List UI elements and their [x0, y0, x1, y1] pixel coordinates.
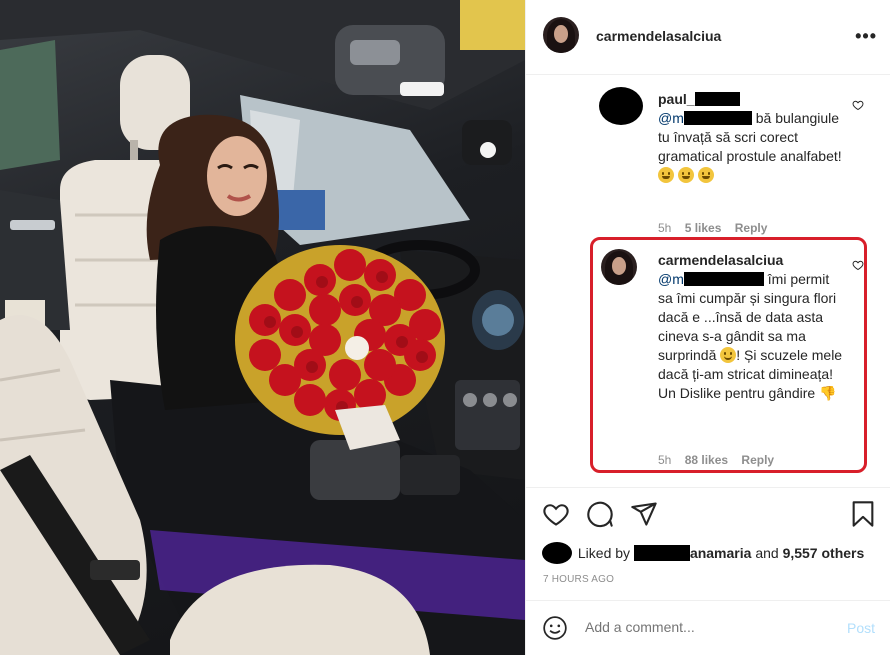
- redaction-bar: [683, 272, 764, 286]
- comment-username[interactable]: carmendelasalciua: [658, 252, 783, 268]
- add-comment-input[interactable]: [585, 619, 815, 635]
- grinning-sweat-emoji-icon: [677, 167, 694, 183]
- post-photo[interactable]: [0, 0, 525, 655]
- post-comment-button[interactable]: Post: [847, 620, 875, 636]
- comment-username[interactable]: paul_: [658, 91, 695, 107]
- comment-meta: 5h 88 likes Reply: [658, 453, 784, 467]
- thumbs-down-emoji-icon: 👎: [819, 385, 837, 401]
- redaction-bar: [683, 111, 752, 125]
- like-comment-heart-icon[interactable]: [852, 259, 864, 271]
- comment-likes[interactable]: 5 likes: [685, 221, 722, 235]
- like-comment-heart-icon[interactable]: [852, 99, 864, 111]
- post-timestamp[interactable]: 7 HOURS AGO: [543, 574, 614, 585]
- smiling-face-emoji-icon: [720, 347, 737, 363]
- photo-illustration: [0, 0, 525, 655]
- post-side-panel: carmendelasalciua ••• paul_ @m bă bulang…: [525, 0, 890, 655]
- liked-by-name[interactable]: anamaria: [690, 545, 751, 561]
- more-options-icon[interactable]: •••: [855, 26, 877, 47]
- grinning-sweat-emoji-icon: [697, 167, 714, 183]
- post-header: carmendelasalciua •••: [526, 0, 890, 75]
- comment-time[interactable]: 5h: [658, 221, 671, 235]
- author-avatar[interactable]: [543, 17, 579, 53]
- comment-meta: 5h 5 likes Reply: [658, 221, 777, 235]
- post-actions: Liked by anamaria and 9,557 others 7 HOU…: [526, 487, 890, 658]
- reply-button[interactable]: Reply: [735, 221, 768, 235]
- avatar-face-shape: [553, 24, 569, 43]
- avatar-face-shape: [611, 256, 627, 275]
- commenter-avatar-redacted[interactable]: [599, 87, 643, 125]
- reply-button[interactable]: Reply: [741, 453, 774, 467]
- redaction-bar: [633, 545, 690, 561]
- liker-avatar-redacted[interactable]: [542, 542, 572, 564]
- save-bookmark-icon[interactable]: [849, 500, 877, 528]
- commenter-avatar[interactable]: [601, 249, 637, 285]
- comment-mention[interactable]: @m: [658, 271, 684, 287]
- instagram-post-view: carmendelasalciua ••• paul_ @m bă bulang…: [0, 0, 890, 655]
- share-paper-plane-icon[interactable]: [630, 500, 658, 528]
- comment-item: carmendelasalciua @m îmi permit sa îmi c…: [526, 247, 890, 467]
- add-comment-bar: Post: [526, 600, 890, 657]
- comments-list[interactable]: paul_ @m bă bulangiule tu învață să scri…: [526, 75, 890, 487]
- grinning-sweat-emoji-icon: [658, 167, 674, 183]
- comment-mention[interactable]: @m: [658, 110, 684, 126]
- like-heart-icon[interactable]: [542, 500, 570, 528]
- comment-item: paul_ @m bă bulangiule tu învață să scri…: [526, 85, 890, 240]
- author-username[interactable]: carmendelasalciua: [596, 28, 721, 44]
- liked-by-line: Liked by anamaria and 9,557 others: [542, 542, 864, 564]
- comment-time[interactable]: 5h: [658, 453, 671, 467]
- liked-by-and: and: [755, 545, 779, 561]
- comment-body: carmendelasalciua @m îmi permit sa îmi c…: [658, 251, 843, 403]
- liked-by-others[interactable]: 9,557 others: [783, 545, 865, 561]
- comment-bubble-icon[interactable]: [586, 500, 614, 528]
- liked-by-prefix: Liked by: [577, 545, 631, 561]
- comment-likes[interactable]: 88 likes: [685, 453, 728, 467]
- comment-body: paul_ @m bă bulangiule tu învață să scri…: [658, 90, 843, 185]
- redaction-bar: [694, 92, 740, 106]
- emoji-picker-icon[interactable]: [542, 615, 568, 641]
